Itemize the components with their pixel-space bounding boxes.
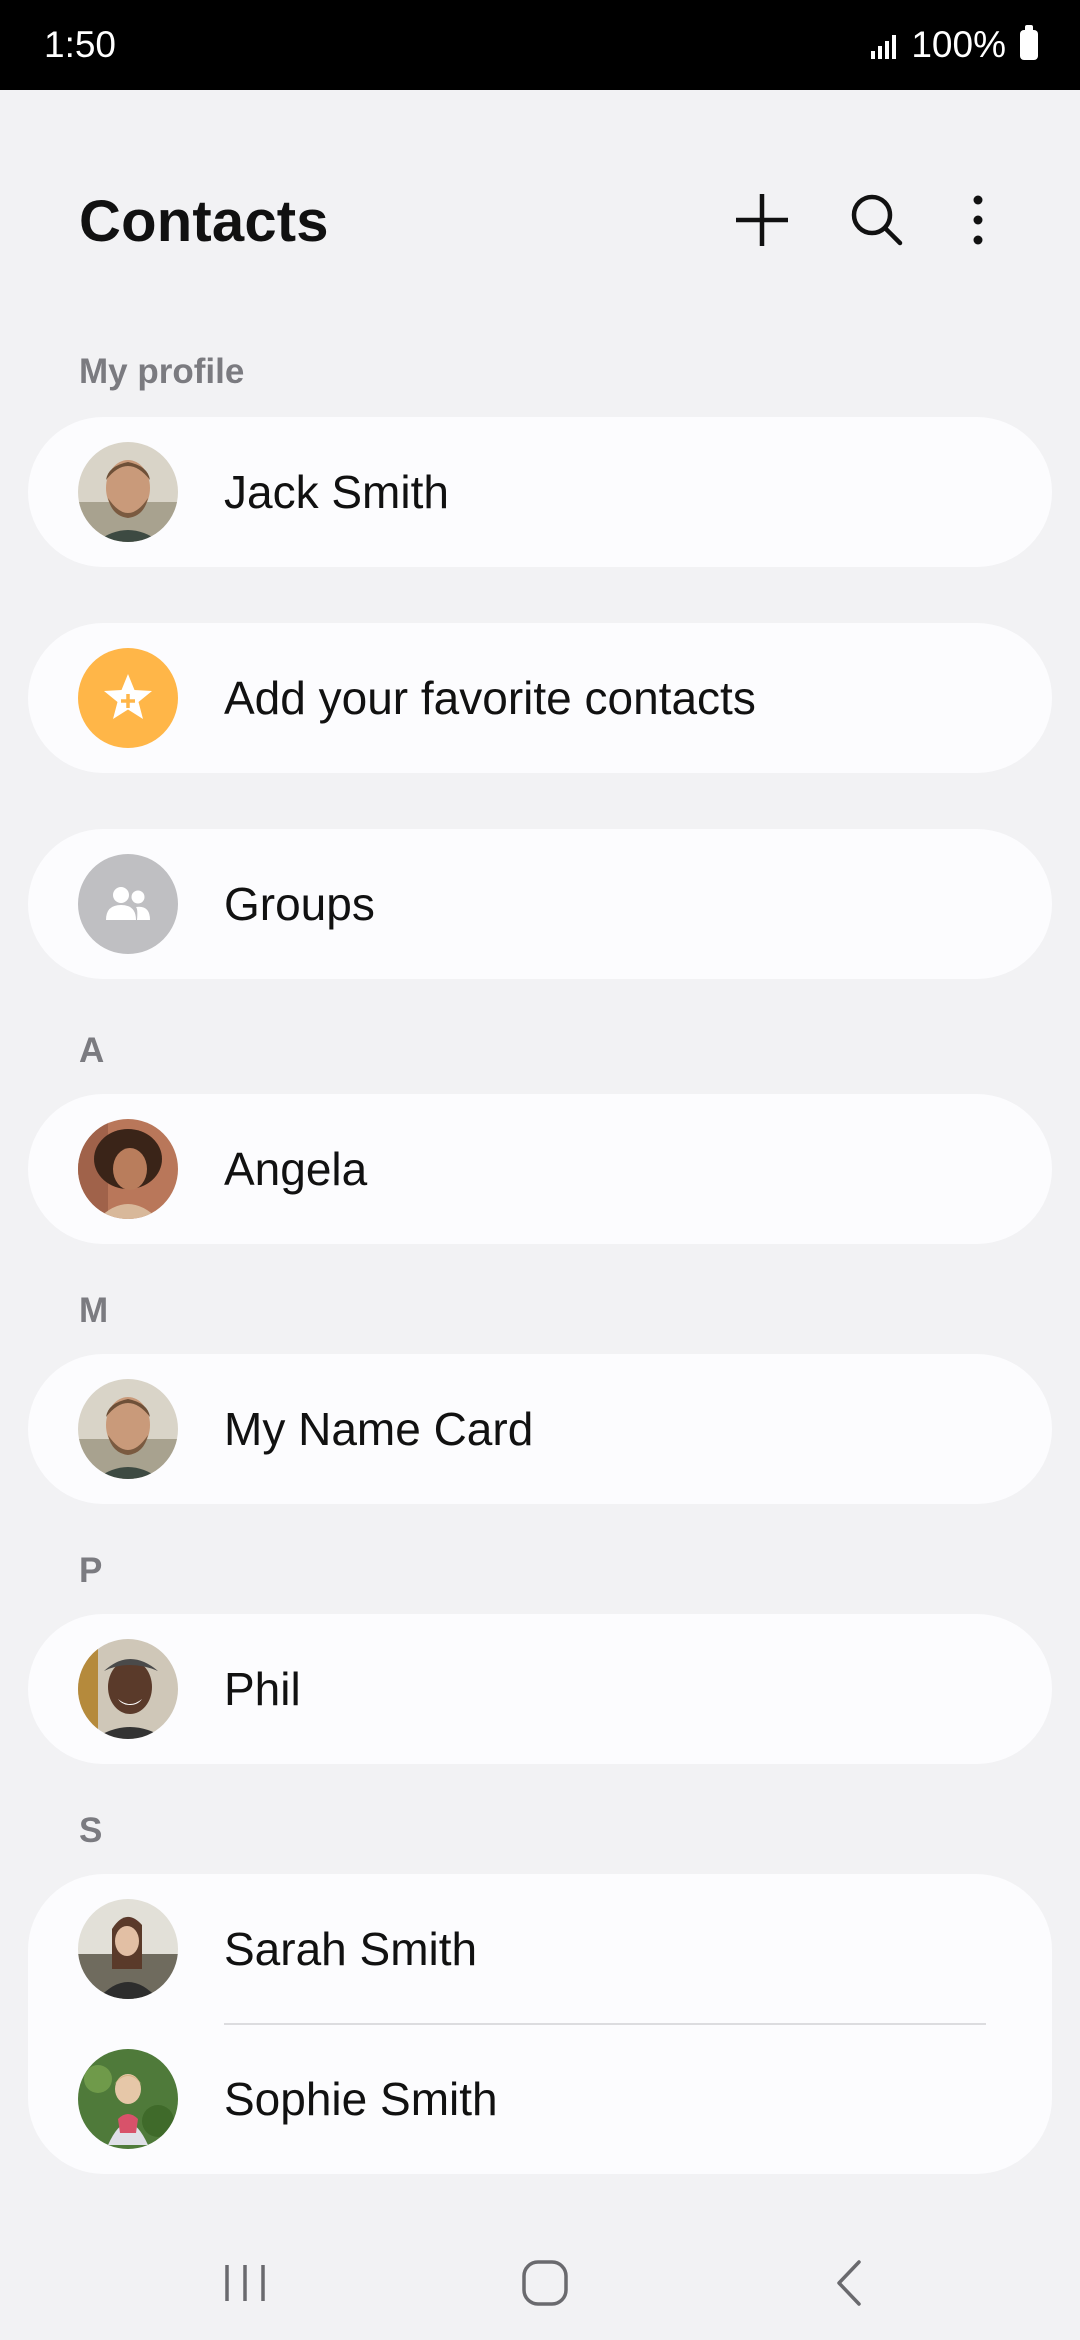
battery-icon [1020, 25, 1038, 60]
search-button[interactable] [845, 188, 909, 252]
navigation-bar [0, 2220, 1080, 2340]
status-time: 1:50 [44, 24, 117, 65]
contact-name: My Name Card [224, 1403, 534, 1455]
avatar [78, 2049, 178, 2149]
groups-card[interactable]: Groups [28, 829, 1052, 979]
contacts-p-card[interactable]: Phil [28, 1614, 1052, 1764]
section-p: P [79, 1551, 103, 1590]
contact-row-my-name-card[interactable]: My Name Card [28, 1354, 1052, 1504]
contact-name: Angela [224, 1143, 368, 1195]
contact-name: Sarah Smith [224, 1923, 478, 1975]
add-favorites-row[interactable]: Add your favorite contacts [28, 623, 1052, 773]
more-options-button[interactable] [946, 188, 1010, 252]
favorites-card[interactable]: Add your favorite contacts [28, 623, 1052, 773]
section-my-profile: My profile [79, 352, 245, 391]
contacts-s-card[interactable]: Sarah Smith Sophie Smith [28, 1874, 1052, 2174]
contact-row-angela[interactable]: Angela [28, 1094, 1052, 1244]
status-bar: 1:50 100% [0, 0, 1080, 90]
avatar [78, 442, 178, 542]
home-icon [522, 2260, 568, 2306]
home-button[interactable] [500, 2238, 590, 2328]
groups-label: Groups [224, 878, 375, 930]
page-title: Contacts [79, 189, 329, 254]
favorites-label: Add your favorite contacts [224, 672, 756, 724]
people-icon [78, 854, 178, 954]
back-button[interactable] [804, 2238, 894, 2328]
app-header: Contacts [0, 180, 1080, 260]
profile-card[interactable]: Jack Smith [28, 417, 1052, 567]
contact-name: Phil [224, 1663, 301, 1715]
section-a: A [79, 1031, 105, 1070]
status-indicators: 100% [871, 24, 1038, 66]
contact-row-phil[interactable]: Phil [28, 1614, 1052, 1764]
signal-icon [871, 35, 897, 59]
star-plus-icon [78, 648, 178, 748]
back-icon [837, 2260, 861, 2306]
contact-row-sarah-smith[interactable]: Sarah Smith [28, 1874, 1052, 2024]
avatar [78, 1639, 178, 1739]
section-s: S [79, 1811, 103, 1850]
recent-apps-button[interactable] [200, 2238, 290, 2328]
more-vert-icon [973, 195, 983, 245]
avatar [78, 1899, 178, 1999]
add-contact-button[interactable] [730, 188, 794, 252]
search-icon [851, 194, 903, 246]
contacts-m-card[interactable]: My Name Card [28, 1354, 1052, 1504]
contact-row-sophie-smith[interactable]: Sophie Smith [28, 2024, 1052, 2174]
section-m: M [79, 1291, 109, 1330]
groups-row[interactable]: Groups [28, 829, 1052, 979]
contacts-a-card[interactable]: Angela [28, 1094, 1052, 1244]
contact-name: Jack Smith [224, 466, 449, 518]
recent-apps-icon [225, 2265, 265, 2301]
battery-percent: 100% [911, 24, 1006, 65]
contact-row-jack-smith[interactable]: Jack Smith [28, 417, 1052, 567]
avatar [78, 1379, 178, 1479]
contact-name: Sophie Smith [224, 2073, 498, 2125]
avatar [78, 1119, 178, 1219]
plus-icon [736, 194, 788, 246]
